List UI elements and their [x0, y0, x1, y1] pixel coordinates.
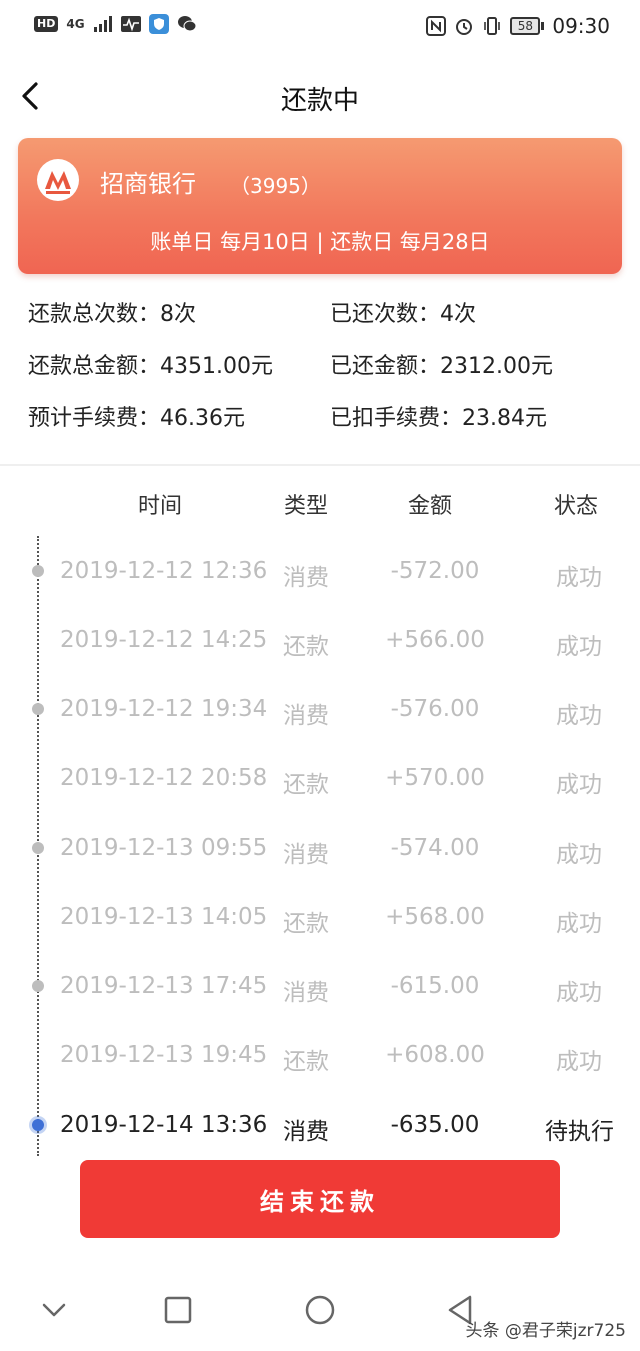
clock: 09:30	[552, 14, 610, 38]
row-time: 2019-12-13 19:45	[60, 1042, 268, 1068]
row-amount: +568.00	[385, 904, 485, 930]
hd-badge: HD	[34, 16, 59, 32]
timeline-dot-active	[32, 1119, 44, 1131]
wechat-icon	[177, 16, 197, 32]
status-bar: HD 4G 58 09:30	[0, 0, 640, 56]
column-header-status: 状态	[554, 494, 599, 519]
timeline-dot	[32, 703, 44, 715]
total-count: 还款总次数：8次	[28, 302, 196, 327]
row-amount: -576.00	[390, 696, 480, 722]
summary-row: 预计手续费：46.36元 已扣手续费：23.84元	[28, 400, 628, 440]
table-row-pending: 2019-12-14 13:36 消费 -635.00 待执行	[0, 1106, 640, 1146]
row-status: 成功	[556, 842, 602, 868]
signal-icon	[93, 16, 112, 32]
row-status: 成功	[556, 703, 602, 729]
row-status: 成功	[556, 772, 602, 798]
repaid-amount: 已还金额：2312.00元	[330, 354, 553, 379]
table-row: 2019-12-13 09:55 消费 -574.00 成功	[0, 829, 640, 869]
bill-repay-days: 账单日 每月10日 | 还款日 每月28日	[150, 230, 490, 254]
timeline-dot	[32, 980, 44, 992]
nav-collapse-icon[interactable]	[34, 1290, 74, 1330]
row-amount: +570.00	[385, 765, 485, 791]
table-row: 2019-12-12 19:34 消费 -576.00 成功	[0, 690, 640, 730]
summary-row: 还款总次数：8次 已还次数：4次	[28, 296, 628, 336]
battery-level: 58	[510, 17, 541, 35]
row-amount: -572.00	[390, 558, 480, 584]
status-bar-right: 58 09:30	[426, 14, 610, 38]
table-row: 2019-12-12 20:58 还款 +570.00 成功	[0, 759, 640, 799]
row-status: 成功	[556, 911, 602, 937]
row-amount: -635.00	[390, 1112, 480, 1138]
repaid-count: 已还次数：4次	[330, 302, 476, 327]
column-header-time: 时间	[138, 494, 183, 519]
row-status: 成功	[556, 565, 602, 591]
table-row: 2019-12-13 14:05 还款 +568.00 成功	[0, 898, 640, 938]
table-row: 2019-12-13 17:45 消费 -615.00 成功	[0, 967, 640, 1007]
estimated-fee: 预计手续费：46.36元	[28, 406, 245, 431]
column-header-type: 类型	[284, 494, 329, 519]
table-row: 2019-12-13 19:45 还款 +608.00 成功	[0, 1036, 640, 1076]
row-amount: +608.00	[385, 1042, 485, 1068]
card-tail-number: （3995）	[230, 174, 321, 198]
table-row: 2019-12-12 12:36 消费 -572.00 成功	[0, 552, 640, 592]
shield-app-icon	[148, 14, 169, 34]
row-time: 2019-12-13 14:05	[60, 904, 268, 930]
bank-logo-icon	[37, 159, 79, 201]
row-amount: +566.00	[385, 627, 485, 653]
nav-recents-icon[interactable]	[158, 1290, 198, 1330]
table-row: 2019-12-12 14:25 还款 +566.00 成功	[0, 621, 640, 661]
row-time: 2019-12-13 17:45	[60, 973, 268, 999]
row-amount: -574.00	[390, 835, 480, 861]
nav-home-icon[interactable]	[300, 1290, 340, 1330]
total-amount: 还款总金额：4351.00元	[28, 354, 273, 379]
row-time: 2019-12-12 20:58	[60, 765, 268, 791]
row-time: 2019-12-12 14:25	[60, 627, 268, 653]
status-bar-left: HD 4G	[34, 14, 197, 34]
row-status: 待执行	[545, 1119, 614, 1145]
vibrate-icon	[484, 17, 501, 35]
row-status: 成功	[556, 1049, 602, 1075]
row-time: 2019-12-12 19:34	[60, 696, 268, 722]
row-amount: -615.00	[390, 973, 480, 999]
divider	[0, 464, 640, 466]
bank-name: 招商银行	[100, 170, 196, 198]
watermark: 头条 @君子荣jzr725	[465, 1321, 627, 1341]
pulse-icon	[120, 16, 141, 32]
nfc-icon	[426, 16, 447, 36]
row-time: 2019-12-12 12:36	[60, 558, 268, 584]
alarm-icon	[456, 19, 473, 35]
row-status: 成功	[556, 634, 602, 660]
battery-icon: 58	[510, 17, 545, 35]
row-time: 2019-12-13 09:55	[60, 835, 268, 861]
end-repayment-button[interactable]: 结束还款	[80, 1160, 560, 1238]
timeline-dot	[32, 842, 44, 854]
bank-card: 招商银行 （3995） 账单日 每月10日 | 还款日 每月28日	[18, 138, 622, 274]
column-header-amount: 金额	[408, 494, 453, 519]
row-status: 成功	[556, 980, 602, 1006]
page-title: 还款中	[280, 86, 359, 116]
summary-row: 还款总金额：4351.00元 已还金额：2312.00元	[28, 348, 628, 388]
deducted-fee: 已扣手续费：23.84元	[330, 406, 547, 431]
timeline-dot	[32, 565, 44, 577]
row-time: 2019-12-14 13:36	[60, 1112, 268, 1138]
network-label: 4G	[66, 17, 85, 31]
